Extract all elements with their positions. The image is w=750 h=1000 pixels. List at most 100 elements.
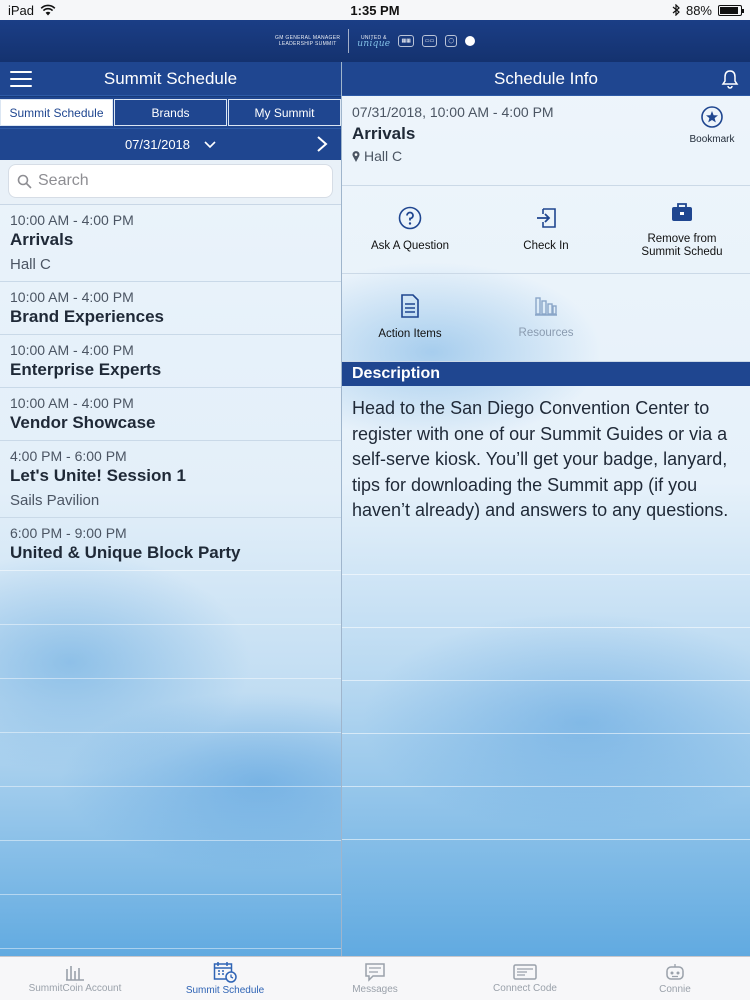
brand-logo-4 [464, 36, 475, 46]
empty-row [0, 841, 341, 895]
remove-from-schedule-button[interactable]: Remove from Summit Schedu [614, 186, 750, 274]
device-label: iPad [8, 2, 35, 18]
item-location: Hall C [10, 256, 51, 273]
right-title: Schedule Info [494, 68, 598, 88]
empty-row [0, 733, 341, 787]
rule-line [342, 732, 750, 734]
segment-my-summit[interactable]: My Summit [228, 99, 341, 126]
description-text: Head to the San Diego Convention Center … [352, 398, 729, 520]
tab-messages[interactable]: Messages [300, 957, 450, 1000]
item-title: Brand Experiences [10, 307, 165, 326]
action-placeholder [614, 274, 750, 362]
tab-label: Connect Code [493, 983, 557, 994]
right-panel: Schedule Info 07/31/2018, 10:00 AM - 4:0… [342, 62, 750, 956]
document-icon [401, 294, 419, 318]
list-item[interactable]: 6:00 PM - 9:00 PM United & Unique Block … [0, 518, 341, 571]
item-time: 10:00 AM - 4:00 PM [10, 395, 134, 411]
list-item[interactable]: 10:00 AM - 4:00 PM Brand Experiences [0, 282, 341, 335]
search-input[interactable]: Search [8, 164, 333, 198]
list-item[interactable]: 10:00 AM - 4:00 PM Arrivals Hall C [0, 205, 341, 282]
right-navbar: Schedule Info [342, 62, 750, 96]
briefcase-icon [672, 202, 692, 221]
left-panel: Summit Schedule Summit Schedule Brands M… [0, 62, 341, 956]
tab-connie[interactable]: Connie [600, 957, 750, 1000]
battery-icon [718, 4, 744, 16]
description-rules [342, 573, 750, 840]
logo-line2: LEADERSHIP SUMMIT [278, 41, 337, 47]
ask-question-label: Ask A Question [371, 240, 449, 252]
empty-row [0, 571, 341, 625]
ask-question-button[interactable]: Ask A Question [342, 186, 478, 274]
item-time: 4:00 PM - 6:00 PM [10, 448, 127, 464]
date-label: 07/31/2018 [124, 137, 191, 152]
list-item[interactable]: 4:00 PM - 6:00 PM Let's Unite! Session 1… [0, 441, 341, 518]
rule-line [342, 785, 750, 787]
left-navbar: Summit Schedule [0, 62, 341, 96]
check-in-button[interactable]: Check In [478, 186, 614, 274]
logo-unique: unique [357, 39, 391, 49]
remove-label-line2: Summit Schedu [641, 245, 723, 258]
bluetooth-icon [672, 4, 680, 16]
item-title: Let's Unite! Session 1 [10, 466, 186, 485]
left-title: Summit Schedule [103, 68, 238, 88]
action-items-button[interactable]: Action Items [342, 274, 478, 362]
brand-banner: GM GENERAL MANAGER LEADERSHIP SUMMIT UNI… [0, 20, 750, 62]
item-time: 6:00 PM - 9:00 PM [10, 525, 127, 541]
search-icon [17, 174, 32, 189]
segment-brands[interactable]: Brands [114, 99, 227, 126]
tab-bar: SummitCoin Account Summit Schedule Messa… [0, 956, 750, 1000]
segmented-control: Summit Schedule Brands My Summit [0, 96, 341, 128]
resources-icon [535, 297, 557, 316]
tab-summit-schedule[interactable]: Summit Schedule [150, 957, 300, 1000]
clock: 1:35 PM [350, 2, 400, 18]
robot-icon [666, 964, 684, 980]
united-unique-logo: UNITED & unique [357, 35, 391, 49]
tab-label: Connie [659, 984, 691, 995]
empty-row [0, 625, 341, 679]
segment-summit-schedule[interactable]: Summit Schedule [0, 99, 113, 126]
rule-line [342, 679, 750, 681]
calendar-clock-icon [213, 962, 237, 983]
tab-summitcoin-account[interactable]: SummitCoin Account [0, 957, 150, 1000]
location-pin-icon [352, 150, 360, 162]
search-placeholder: Search [38, 172, 89, 189]
item-location: Sails Pavilion [10, 492, 100, 509]
star-circle-icon [701, 106, 723, 128]
bookmark-button[interactable]: Bookmark [686, 106, 738, 145]
rule-line [342, 573, 750, 575]
item-title: Enterprise Experts [10, 360, 162, 379]
hamburger-menu-icon[interactable] [10, 71, 32, 87]
search-container: Search [0, 160, 341, 205]
brand-logo-1: ▦▦ [398, 35, 414, 47]
check-in-label: Check In [523, 240, 569, 252]
status-bar: iPad 1:35 PM 88% [0, 0, 750, 20]
list-item[interactable]: 10:00 AM - 4:00 PM Vendor Showcase [0, 388, 341, 441]
empty-row [0, 895, 341, 949]
tab-connect-code[interactable]: Connect Code [450, 957, 600, 1000]
question-circle-icon [398, 206, 422, 230]
item-title: Arrivals [10, 230, 74, 249]
empty-row [0, 679, 341, 733]
event-title: Arrivals [352, 124, 416, 143]
bar-chart-icon [66, 966, 84, 981]
event-location: Hall C [352, 148, 740, 164]
empty-row [0, 787, 341, 841]
remove-label: Remove from Summit Schedu [614, 233, 750, 259]
action-grid: Ask A Question Check In Remove from Summ… [342, 186, 750, 362]
bell-icon[interactable] [720, 69, 740, 89]
check-in-icon [537, 208, 556, 228]
event-datetime: 07/31/2018, 10:00 AM - 4:00 PM [352, 104, 554, 120]
resources-button[interactable]: Resources [478, 274, 614, 362]
battery-percent: 88% [685, 2, 712, 18]
item-title: Vendor Showcase [10, 413, 156, 432]
banner-divider [348, 29, 350, 53]
chevron-right-icon[interactable] [315, 135, 329, 153]
id-card-icon [513, 964, 537, 980]
date-selector[interactable]: 07/31/2018 [0, 128, 341, 160]
rule-line [342, 626, 750, 628]
description-header: Description [342, 362, 750, 386]
messages-icon [365, 963, 385, 982]
action-items-label: Action Items [378, 328, 442, 340]
brand-logo-3: ◯ [445, 35, 457, 47]
list-item[interactable]: 10:00 AM - 4:00 PM Enterprise Experts [0, 335, 341, 388]
